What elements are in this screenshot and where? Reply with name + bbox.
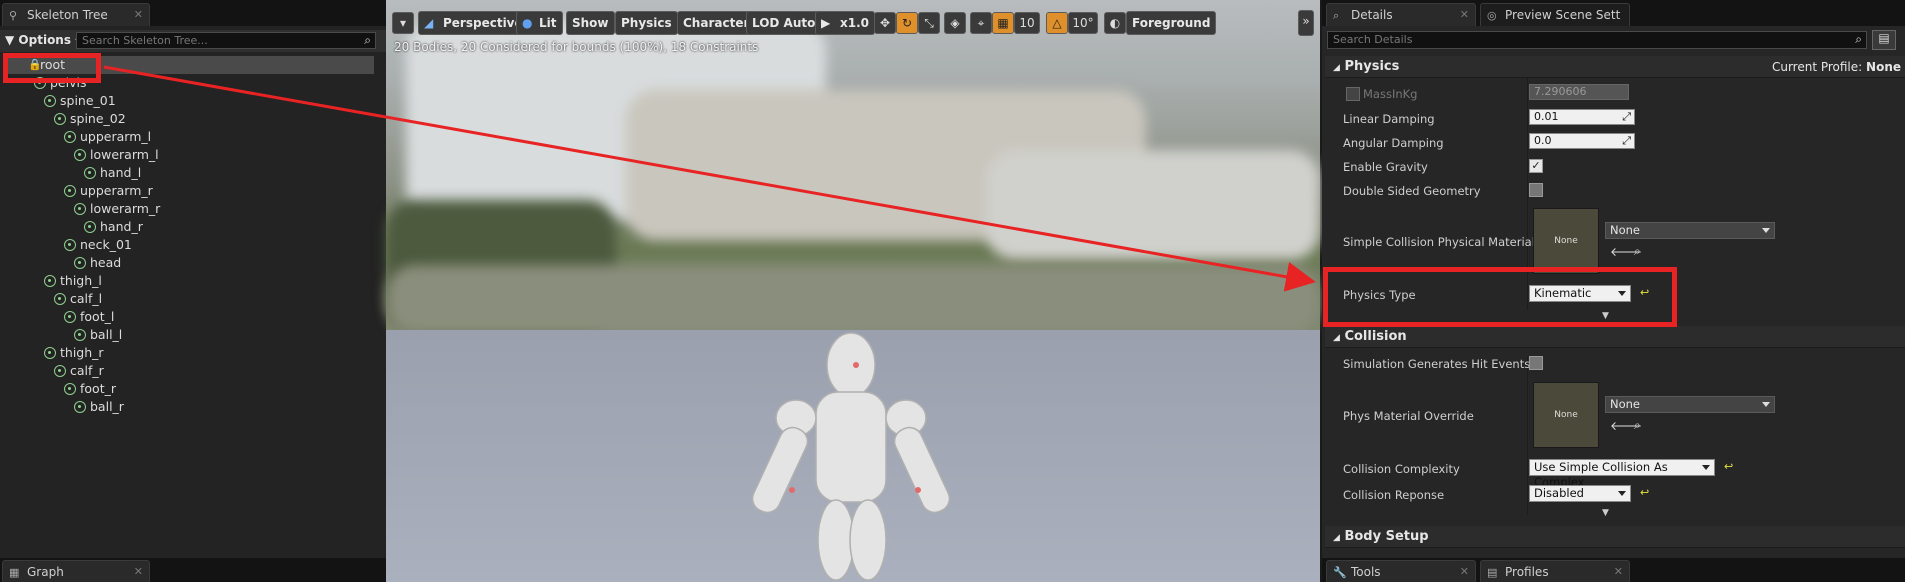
annotation-arrow [103, 65, 1316, 292]
